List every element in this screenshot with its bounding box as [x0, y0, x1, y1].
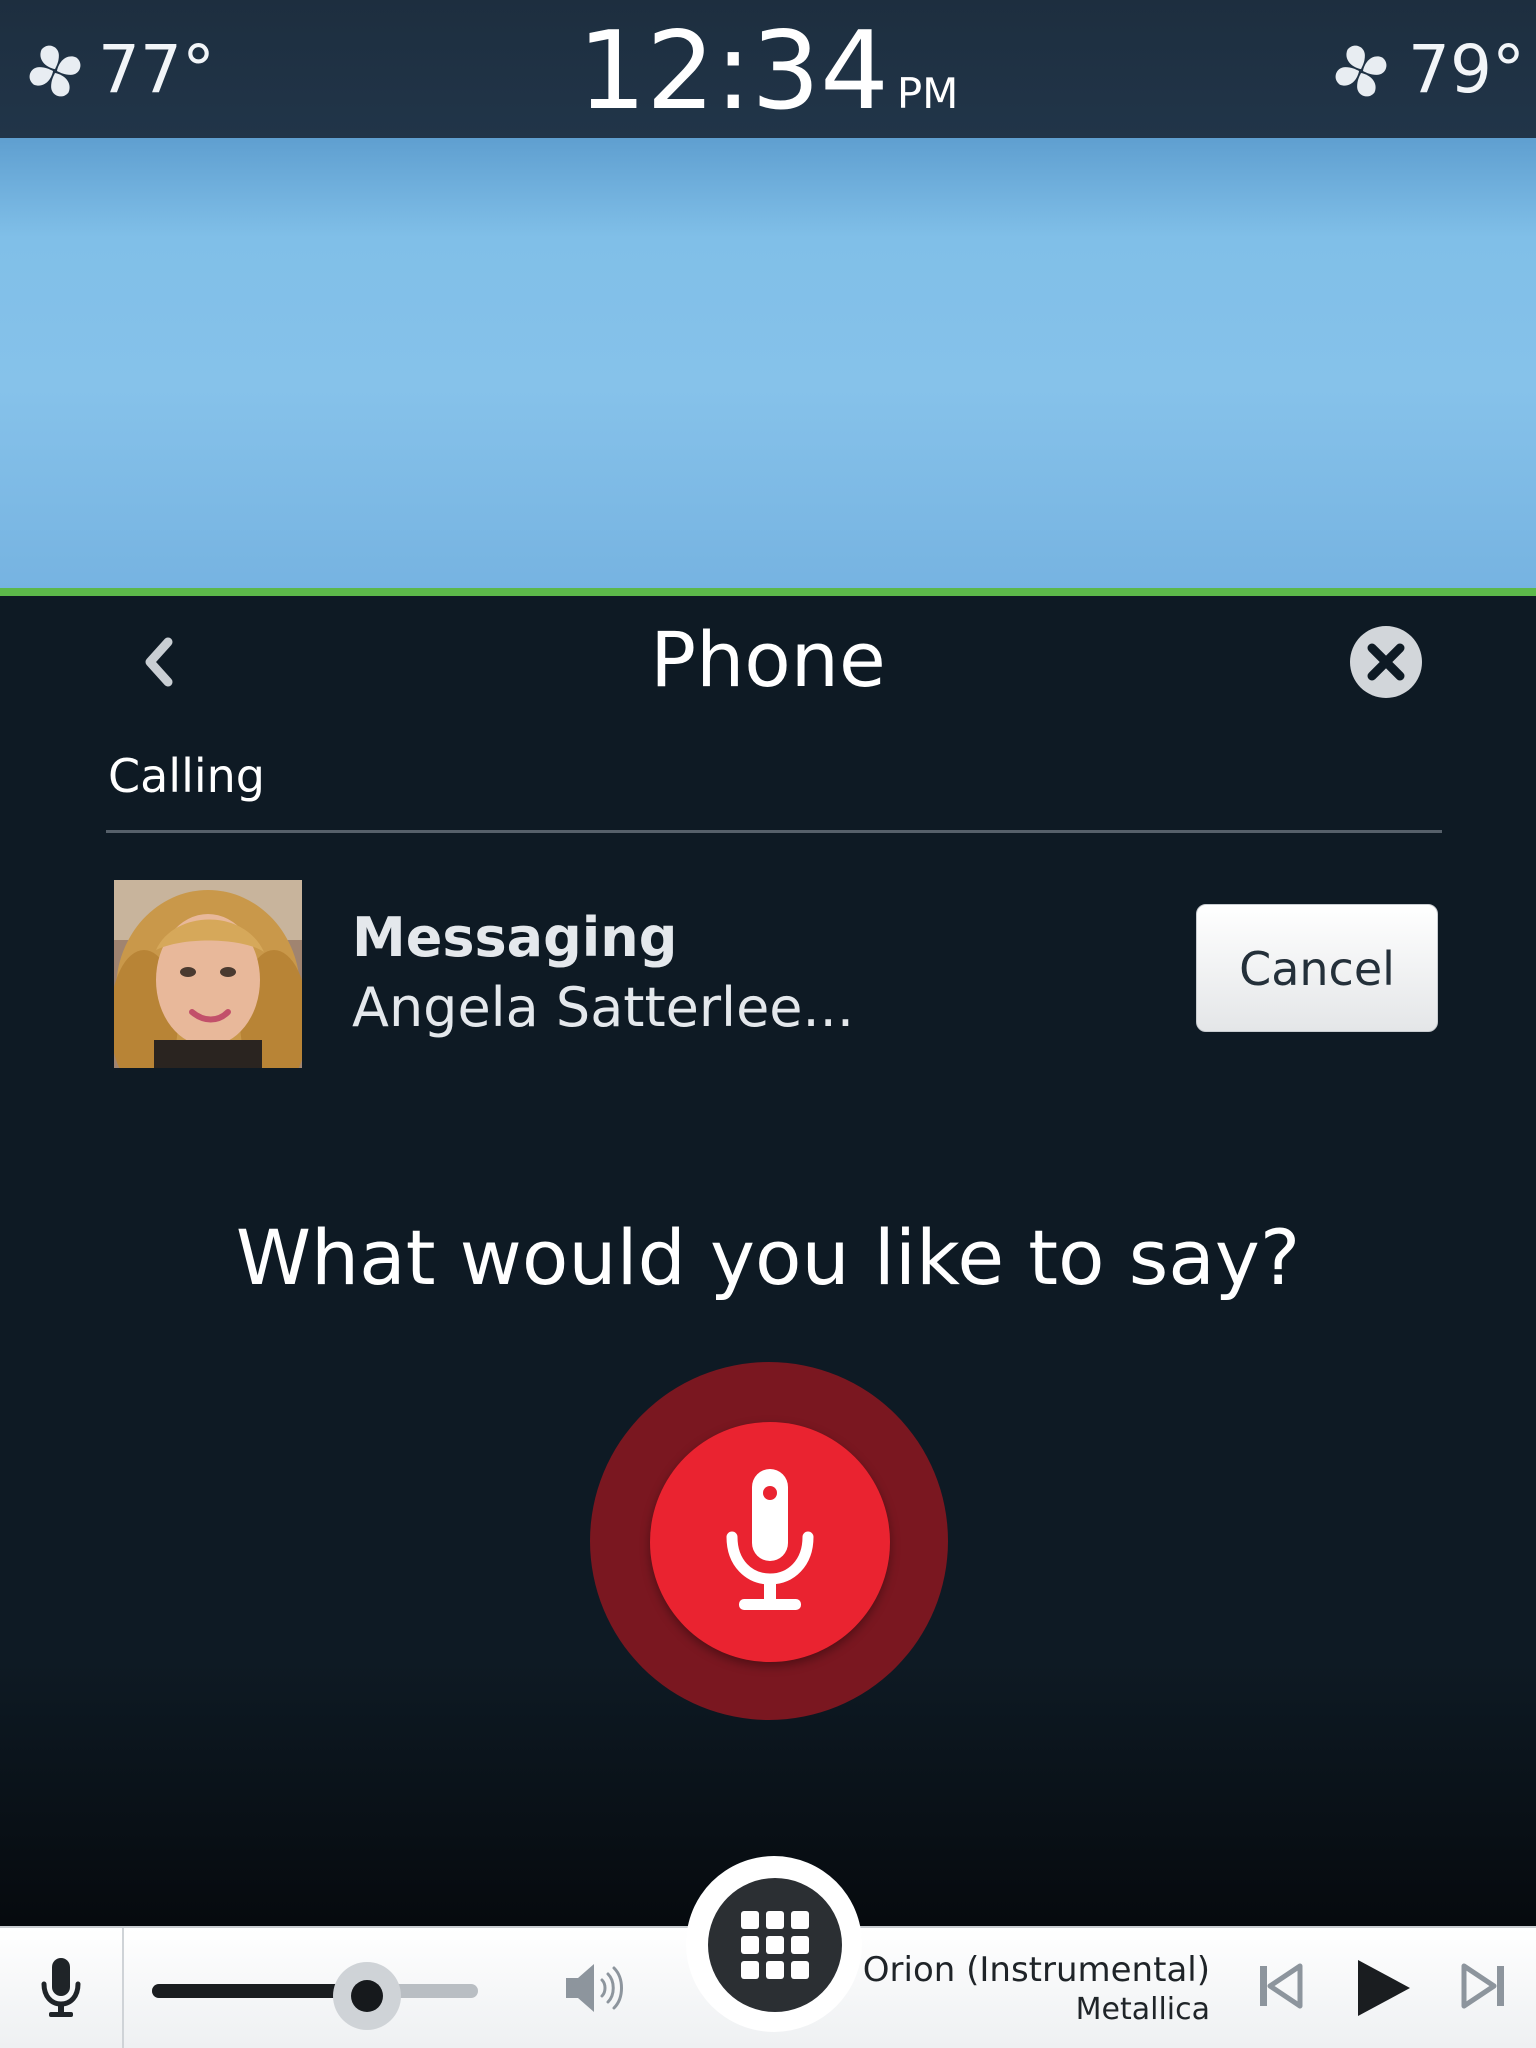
previous-track-icon[interactable]	[1256, 1956, 1304, 2016]
message-action: Messaging	[352, 906, 678, 969]
volume-knob[interactable]	[333, 1962, 401, 2030]
section-label-calling: Calling	[108, 749, 266, 803]
fan-icon[interactable]	[1330, 40, 1392, 102]
speaker-icon[interactable]	[562, 1958, 628, 2018]
status-bar: 77° 12:34 PM 79°	[0, 0, 1536, 138]
clock: 12:34 PM	[0, 8, 1536, 136]
accent-line	[0, 588, 1536, 596]
clock-time: 12:34	[577, 9, 889, 134]
panel-title: Phone	[650, 615, 886, 704]
next-track-icon[interactable]	[1460, 1956, 1508, 2016]
contact-photo	[114, 880, 302, 1068]
microphone-icon	[726, 1469, 814, 1610]
section-divider	[106, 830, 1442, 833]
grid-icon	[741, 1911, 809, 1979]
microphone-icon	[41, 1958, 81, 2017]
play-icon[interactable]	[1354, 1956, 1414, 2020]
voice-prompt: What would you like to say?	[235, 1213, 1301, 1302]
home-button[interactable]	[708, 1878, 842, 2012]
contact-name: Angela Satterlee...	[352, 976, 855, 1039]
background-area	[0, 138, 1536, 590]
clock-ampm: PM	[896, 69, 959, 118]
cancel-button[interactable]: Cancel	[1196, 904, 1438, 1032]
now-playing-artist: Metallica	[1075, 1992, 1210, 2027]
volume-slider[interactable]	[152, 1984, 478, 1998]
contact-row: Messaging Angela Satterlee... Cancel	[0, 870, 1536, 1070]
right-temperature[interactable]: 79°	[1408, 30, 1525, 110]
bottom-mic-button[interactable]	[0, 1928, 124, 2048]
now-playing-title: Orion (Instrumental)	[862, 1950, 1210, 1990]
close-circle-icon[interactable]	[1348, 624, 1424, 700]
avatar	[114, 880, 302, 1068]
voice-mic-button[interactable]	[650, 1422, 890, 1662]
